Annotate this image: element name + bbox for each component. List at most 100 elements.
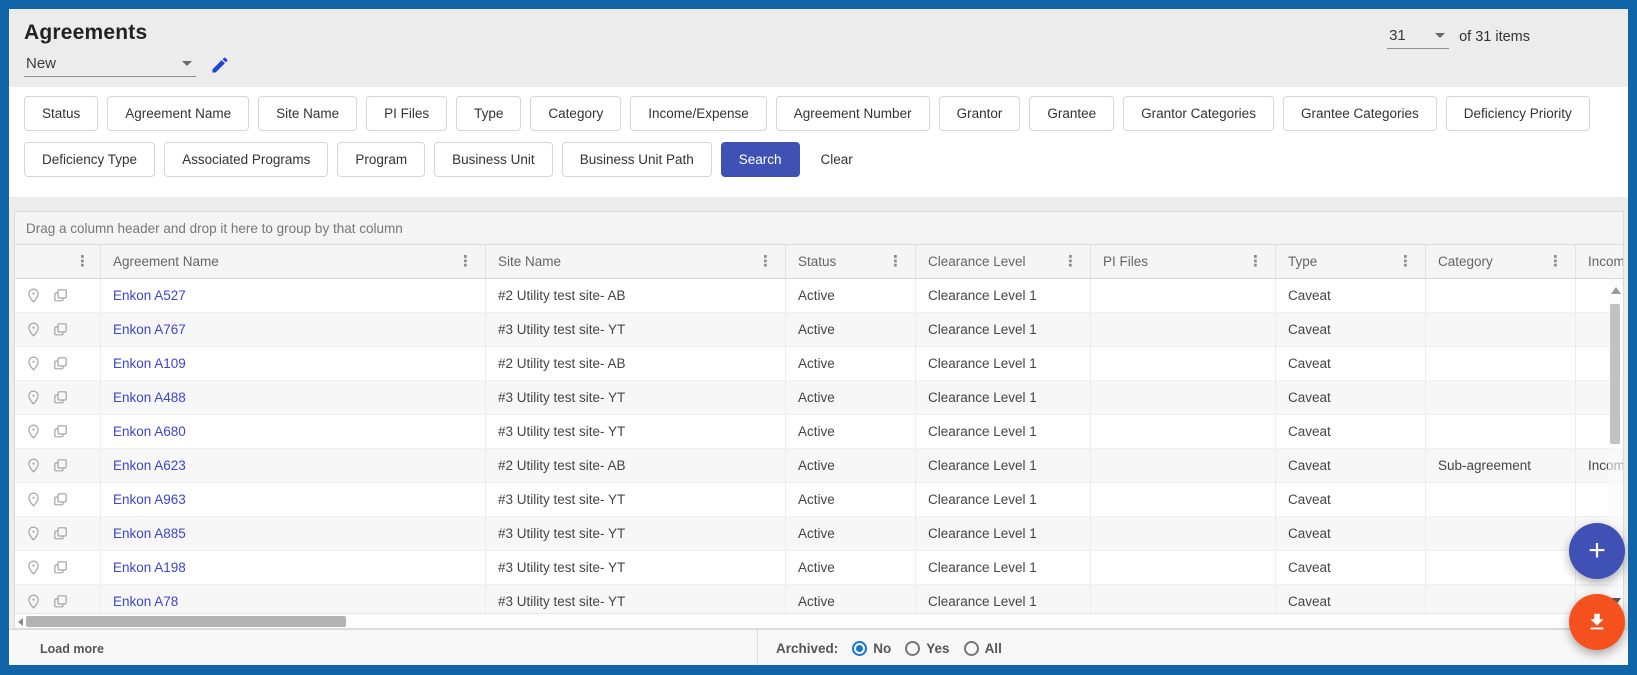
filter-chip[interactable]: Agreement Number — [776, 96, 930, 131]
agreement-link[interactable]: Enkon A198 — [113, 560, 186, 575]
column-header-actions[interactable]: ⋮ — [15, 245, 101, 278]
filter-chip[interactable]: Category — [530, 96, 621, 131]
group-by-bar[interactable]: Drag a column header and drop it here to… — [15, 212, 1623, 245]
archived-radio-yes[interactable]: Yes — [905, 641, 949, 656]
agreement-link[interactable]: Enkon A488 — [113, 390, 186, 405]
copy-icon[interactable] — [52, 525, 69, 542]
location-pin-icon[interactable] — [25, 389, 42, 406]
filter-chip[interactable]: Type — [456, 96, 521, 131]
export-download-button[interactable] — [1569, 594, 1625, 650]
agreement-link[interactable]: Enkon A623 — [113, 458, 186, 473]
filter-chip[interactable]: Grantor Categories — [1123, 96, 1274, 131]
search-button[interactable]: Search — [721, 142, 800, 177]
location-pin-icon[interactable] — [25, 491, 42, 508]
archived-radio-all[interactable]: All — [964, 641, 1002, 656]
copy-icon[interactable] — [52, 389, 69, 406]
horizontal-scrollbar-thumb[interactable] — [26, 616, 346, 627]
column-menu-icon[interactable]: ⋮ — [756, 254, 775, 269]
status-cell: Active — [786, 517, 916, 550]
column-header-pi[interactable]: PI Files⋮ — [1091, 245, 1276, 278]
column-menu-icon[interactable]: ⋮ — [73, 254, 92, 269]
filter-chip[interactable]: Business Unit — [434, 142, 553, 177]
column-header-label: Type — [1288, 254, 1317, 269]
column-header-agreement[interactable]: Agreement Name⋮ — [101, 245, 486, 278]
column-header-category[interactable]: Category⋮ — [1426, 245, 1576, 278]
copy-icon[interactable] — [52, 423, 69, 440]
column-menu-icon[interactable]: ⋮ — [886, 254, 905, 269]
copy-icon[interactable] — [52, 559, 69, 576]
column-header-site[interactable]: Site Name ⋮ — [486, 245, 786, 278]
filter-chip[interactable]: Deficiency Type — [24, 142, 155, 177]
clearance-cell: Clearance Level 1 — [916, 415, 1091, 448]
radio-icon[interactable] — [905, 641, 920, 656]
column-header-label: Site Name — [498, 254, 561, 269]
row-actions-cell — [15, 313, 101, 346]
scroll-up-icon[interactable] — [1611, 287, 1621, 294]
location-pin-icon[interactable] — [25, 457, 42, 474]
vertical-scrollbar-thumb[interactable] — [1610, 304, 1620, 444]
filter-chip[interactable]: Grantee Categories — [1283, 96, 1437, 131]
row-actions-cell — [15, 585, 101, 613]
status-value: Active — [798, 594, 835, 609]
copy-icon[interactable] — [52, 593, 69, 610]
location-pin-icon[interactable] — [25, 321, 42, 338]
location-pin-icon[interactable] — [25, 423, 42, 440]
filter-chip[interactable]: PI Files — [366, 96, 447, 131]
copy-icon[interactable] — [52, 491, 69, 508]
agreement-link[interactable]: Enkon A767 — [113, 322, 186, 337]
column-menu-icon[interactable]: ⋮ — [1396, 254, 1415, 269]
plus-icon: + — [1588, 536, 1606, 566]
clear-button[interactable]: Clear — [809, 142, 865, 177]
filter-chip[interactable]: Deficiency Priority — [1446, 96, 1590, 131]
filter-chip[interactable]: Grantee — [1029, 96, 1114, 131]
page-size-select[interactable]: 31 — [1387, 25, 1449, 49]
radio-icon[interactable] — [964, 641, 979, 656]
load-more-button[interactable]: Load more — [40, 642, 104, 656]
site-value: #3 Utility test site- YT — [498, 560, 625, 575]
agreement-link[interactable]: Enkon A78 — [113, 594, 178, 609]
filter-chip[interactable]: Income/Expense — [630, 96, 767, 131]
column-header-clearance[interactable]: Clearance Level⋮ — [916, 245, 1091, 278]
location-pin-icon[interactable] — [25, 593, 42, 610]
type-cell: Caveat — [1276, 449, 1426, 482]
copy-icon[interactable] — [52, 457, 69, 474]
column-menu-icon[interactable]: ⋮ — [1246, 254, 1265, 269]
filter-chip[interactable]: Site Name — [258, 96, 357, 131]
filter-chip[interactable]: Agreement Name — [107, 96, 249, 131]
status-cell: Active — [786, 381, 916, 414]
radio-icon[interactable] — [852, 641, 867, 656]
archived-radio-no[interactable]: No — [852, 641, 891, 656]
location-pin-icon[interactable] — [25, 355, 42, 372]
location-pin-icon[interactable] — [25, 287, 42, 304]
agreement-link[interactable]: Enkon A109 — [113, 356, 186, 371]
agreement-link[interactable]: Enkon A527 — [113, 288, 186, 303]
filter-chip[interactable]: Business Unit Path — [562, 142, 712, 177]
agreement-link[interactable]: Enkon A885 — [113, 526, 186, 541]
column-menu-icon[interactable]: ⋮ — [456, 254, 475, 269]
agreement-link[interactable]: Enkon A963 — [113, 492, 186, 507]
filter-chip[interactable]: Program — [337, 142, 425, 177]
column-menu-icon[interactable]: ⋮ — [1061, 254, 1080, 269]
scroll-left-icon[interactable] — [18, 618, 23, 626]
pi-cell — [1091, 449, 1276, 482]
copy-icon[interactable] — [52, 287, 69, 304]
filter-chip[interactable]: Associated Programs — [164, 142, 328, 177]
horizontal-scrollbar[interactable] — [14, 613, 1624, 629]
column-header-status[interactable]: Status⋮ — [786, 245, 916, 278]
add-agreement-button[interactable]: + — [1569, 523, 1625, 579]
column-header-income[interactable]: Income/Expense — [1576, 245, 1623, 278]
filter-chip[interactable]: Status — [24, 96, 98, 131]
view-select[interactable]: New — [24, 53, 196, 77]
copy-icon[interactable] — [52, 321, 69, 338]
location-pin-icon[interactable] — [25, 559, 42, 576]
clearance-cell: Clearance Level 1 — [916, 585, 1091, 613]
column-header-type[interactable]: Type ⋮ — [1276, 245, 1426, 278]
column-menu-icon[interactable]: ⋮ — [1546, 254, 1565, 269]
category-cell — [1426, 279, 1576, 312]
filter-chip[interactable]: Grantor — [939, 96, 1021, 131]
radio-label: Yes — [926, 641, 949, 656]
edit-view-icon[interactable] — [210, 55, 230, 75]
location-pin-icon[interactable] — [25, 525, 42, 542]
copy-icon[interactable] — [52, 355, 69, 372]
agreement-link[interactable]: Enkon A680 — [113, 424, 186, 439]
